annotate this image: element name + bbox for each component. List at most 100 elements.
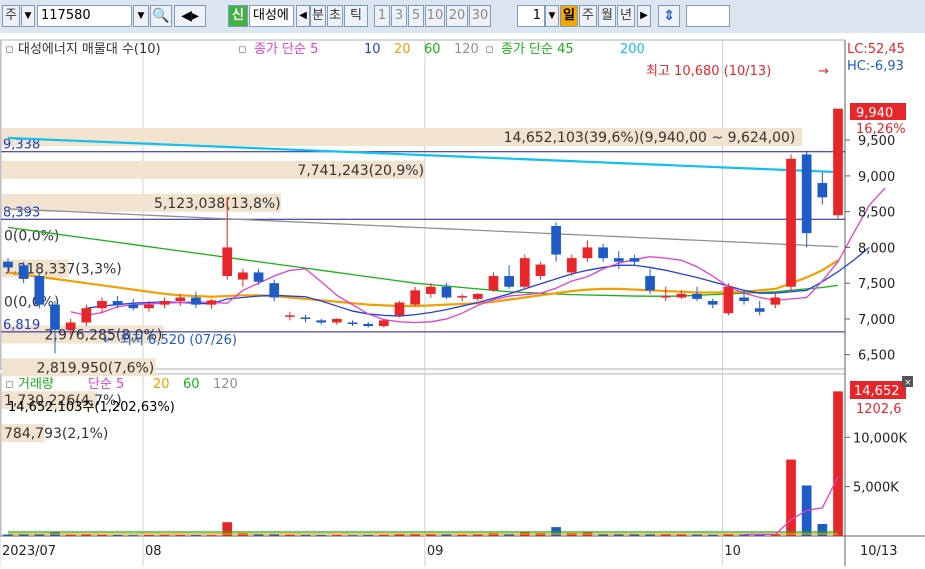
- volume-bar: [378, 534, 389, 536]
- chevron-down-icon[interactable]: ▼: [21, 5, 35, 27]
- chart-area[interactable]: 14,652,103(39,6%)(9,940,00 ~ 9,624,00) 7,…: [0, 33, 925, 566]
- volume-bar: [191, 535, 201, 536]
- volume-bar: [316, 535, 327, 536]
- volume-profile-label: 784,793(2,1%): [4, 426, 108, 442]
- candle-body: [65, 322, 76, 330]
- chart-mode-select[interactable]: 주: [2, 5, 20, 27]
- candle-body: [457, 296, 468, 298]
- interval-input[interactable]: 1: [517, 5, 545, 27]
- volume-bar: [363, 535, 374, 536]
- volume-profile-label: 14,652,103(39,6%)(9,940,00 ~ 9,624,00): [504, 130, 796, 146]
- candle-body: [519, 258, 530, 287]
- ma2-legend-square-icon: ▫: [485, 42, 494, 57]
- candle-body: [18, 265, 29, 279]
- code-dropdown-icon[interactable]: ▼: [133, 5, 149, 27]
- candle-body: [332, 318, 342, 323]
- candle-body: [598, 247, 608, 259]
- period-tick-button[interactable]: 틱: [344, 5, 368, 27]
- x-axis-label: 08: [145, 544, 162, 559]
- stock-code-input[interactable]: 117580: [37, 5, 132, 27]
- caret-right-icon[interactable]: ▶: [637, 5, 651, 27]
- volume-bar: [676, 534, 687, 536]
- interval-1-button[interactable]: 1: [374, 5, 390, 27]
- candle-body: [300, 317, 311, 320]
- price-volume-chart[interactable]: 14,652,103(39,6%)(9,940,00 ~ 9,624,00) 7,…: [0, 33, 925, 566]
- up-down-arrow-icon[interactable]: ⇕: [658, 5, 680, 27]
- candle-body: [394, 302, 405, 316]
- candle-body: [707, 301, 718, 305]
- candle-body: [206, 300, 217, 305]
- price-tick-label: 7,500: [858, 277, 895, 292]
- high-arrow-icon: →: [818, 64, 829, 79]
- candle-body: [535, 264, 546, 277]
- candle-body: [175, 297, 186, 302]
- candle-body: [269, 283, 280, 298]
- candle-body: [833, 108, 843, 216]
- period-day-button[interactable]: 일: [560, 5, 578, 27]
- high-annotation: 최고 10,680 (10/13): [646, 64, 771, 79]
- x-axis-label: 09: [427, 544, 444, 559]
- volume-bar: [457, 534, 468, 536]
- volume-bar: [707, 534, 718, 536]
- x-axis-label: 10/13: [860, 544, 897, 559]
- candle-body: [238, 272, 248, 280]
- volume-bar: [833, 391, 843, 536]
- volume-bar: [65, 534, 76, 536]
- period-year-button[interactable]: 년: [617, 5, 635, 27]
- close-glyph-icon: ×: [904, 378, 912, 388]
- level-label: 8,393: [3, 205, 40, 220]
- x-axis-label: 10: [724, 544, 741, 559]
- caret-left-icon[interactable]: ◀: [296, 5, 310, 27]
- price-tick-label: 6,500: [858, 349, 895, 364]
- candle-body: [112, 301, 123, 305]
- toolbar: 주 ▼ 117580 ▼ 🔍 ◀▸ 신 대성에 ◀ 분 초 틱 1 3 5 10…: [0, 0, 925, 34]
- candle-body: [50, 304, 60, 330]
- price-legend-square-icon: ▫: [5, 42, 14, 57]
- period-month-button[interactable]: 월: [598, 5, 616, 27]
- candle-body: [723, 286, 734, 314]
- interval-dropdown-icon[interactable]: ▼: [545, 5, 559, 27]
- price-legend-title: 대성에너지 매물대 수(10): [18, 42, 161, 57]
- ma1-legend-label: 종가 단순 5: [254, 42, 318, 57]
- ma120-legend: 120: [454, 42, 479, 57]
- volume-bar: [206, 535, 217, 536]
- candle-body: [660, 296, 671, 298]
- x-axis-label: 2023/07: [2, 544, 56, 559]
- period-week-button[interactable]: 주: [579, 5, 597, 27]
- speaker-icon[interactable]: ◀▸: [174, 5, 206, 27]
- ma-legend-square-icon: ▫: [238, 42, 247, 57]
- low-arrow-icon: ←: [103, 333, 114, 348]
- volume-bar: [332, 535, 342, 536]
- volume-bar: [159, 534, 170, 536]
- lc-label: LC:52,45: [847, 42, 905, 57]
- interval-30-button[interactable]: 30: [469, 5, 491, 27]
- new-stock-badge[interactable]: 신: [228, 5, 248, 27]
- current-change-label: 16,26%: [856, 122, 906, 137]
- search-icon[interactable]: 🔍: [150, 5, 172, 27]
- ma200-legend: 200: [620, 42, 645, 57]
- extra-input[interactable]: [686, 5, 730, 27]
- interval-10-button[interactable]: 10: [425, 5, 445, 27]
- level-label: 6,819: [3, 318, 40, 333]
- price-tick-label: 9,000: [858, 170, 895, 185]
- period-minute-button[interactable]: 분: [310, 5, 326, 27]
- candle-body: [159, 301, 170, 305]
- candle-body: [786, 158, 796, 287]
- vol-ma5-legend: 단순 5: [88, 377, 124, 392]
- volume-bar: [692, 534, 702, 536]
- candle-body: [378, 320, 389, 327]
- interval-5-button[interactable]: 5: [408, 5, 424, 27]
- candle-body: [316, 320, 327, 323]
- candle-body: [582, 247, 593, 259]
- candle-body: [222, 247, 233, 277]
- candle-body: [441, 286, 452, 298]
- candle-body: [363, 323, 374, 327]
- interval-20-button[interactable]: 20: [446, 5, 468, 27]
- candle-body: [488, 276, 499, 291]
- candle-body: [472, 293, 483, 299]
- candle-body: [613, 258, 624, 262]
- volume-bar: [144, 535, 154, 536]
- interval-3-button[interactable]: 3: [391, 5, 407, 27]
- candle-body: [425, 286, 436, 294]
- period-second-button[interactable]: 초: [327, 5, 343, 27]
